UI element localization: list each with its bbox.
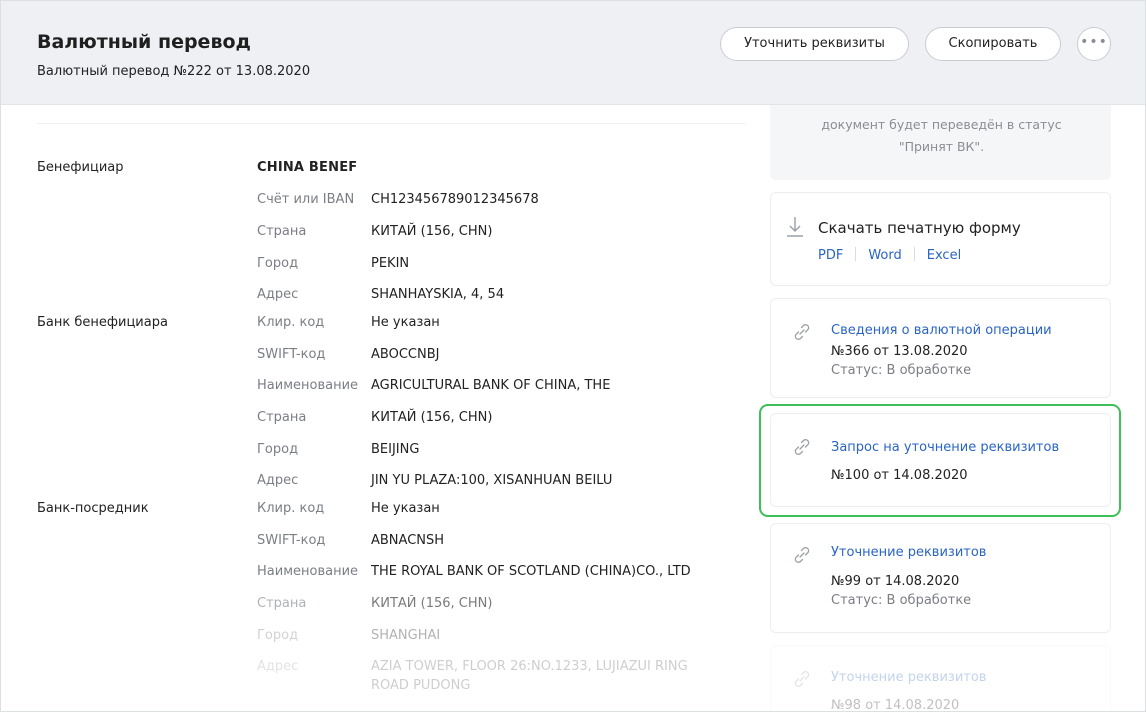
field-key: Страна: [257, 224, 307, 239]
field-value: КИТАЙ (156, CHN): [371, 596, 493, 611]
field-key: SWIFT-код: [257, 533, 326, 548]
more-button[interactable]: •••: [1077, 27, 1111, 61]
link-icon: [794, 671, 810, 687]
linked-document-status: Статус: В обработке: [831, 363, 972, 378]
field-key: SWIFT-код: [257, 347, 326, 362]
word-link[interactable]: Word: [868, 248, 901, 263]
linked-document-card[interactable]: Сведения о валютной операции №366 от 13.…: [770, 298, 1111, 398]
field-value: SHANHAYSKIA, 4, 54: [371, 287, 505, 302]
status-note-card: документ будет переведён в статус "Приня…: [770, 97, 1111, 180]
linked-document-title[interactable]: Уточнение реквизитов: [831, 545, 986, 560]
download-icon: [787, 217, 803, 237]
selection-highlight: [759, 404, 1121, 517]
copy-button[interactable]: Скопировать: [925, 27, 1061, 61]
field-value: PEKIN: [371, 256, 410, 271]
beneficiary-name: CHINA BENEF: [257, 160, 358, 175]
field-key: Город: [257, 628, 299, 643]
page-header: Валютный перевод Валютный перевод №222 о…: [1, 1, 1145, 105]
clarify-details-button[interactable]: Уточнить реквизиты: [720, 27, 909, 61]
document-view: Бенефициар CHINA BENEF Счёт или IBAN CH1…: [0, 0, 1146, 712]
field-key: Адрес: [257, 287, 299, 302]
field-key: Клир. код: [257, 501, 325, 516]
field-value: ABOCCNBJ: [371, 347, 440, 362]
print-form-title: Скачать печатную форму: [818, 219, 1021, 237]
linked-document-number: №366 от 13.08.2020: [831, 344, 968, 359]
field-value: КИТАЙ (156, CHN): [371, 224, 493, 239]
field-value: JIN YU PLAZA:100, XISANHUAN BEILU: [371, 473, 613, 488]
field-key: Адрес: [257, 659, 299, 674]
field-value: AZIA TOWER, FLOOR 26:NO.1233, LUJIAZUI R…: [371, 659, 688, 674]
note-line: документ будет переведён в статус: [821, 117, 1062, 132]
print-format-links: PDF Word Excel: [818, 247, 961, 263]
field-value: ROAD PUDONG: [371, 678, 471, 693]
status-note: документ будет переведён в статус "Приня…: [771, 114, 1112, 158]
print-form-card: Скачать печатную форму PDF Word Excel: [770, 192, 1111, 286]
field-key: Наименование: [257, 564, 359, 579]
field-key: Счёт или IBAN: [257, 192, 355, 207]
field-value: Не указан: [371, 501, 440, 516]
linked-document-card[interactable]: Уточнение реквизитов №98 от 14.08.2020: [770, 645, 1111, 712]
field-value: THE ROYAL BANK OF SCOTLAND (CHINA)CO., L…: [371, 564, 691, 579]
linked-document-number: №99 от 14.08.2020: [831, 574, 960, 589]
intermediary-bank-label: Банк-посредник: [37, 501, 149, 516]
field-value: Не указан: [371, 315, 440, 330]
linked-document-title[interactable]: Сведения о валютной операции: [831, 323, 1052, 338]
link-icon: [794, 324, 810, 340]
linked-document-status: Статус: В обработке: [831, 593, 972, 608]
field-value: SHANGHAI: [371, 628, 441, 643]
field-key: Страна: [257, 596, 307, 611]
field-key: Адрес: [257, 473, 299, 488]
more-icon: •••: [1080, 34, 1108, 50]
field-value: CH123456789012345678: [371, 192, 539, 207]
field-value: КИТАЙ (156, CHN): [371, 410, 493, 425]
linked-document-card[interactable]: Уточнение реквизитов №99 от 14.08.2020 С…: [770, 523, 1111, 633]
field-key: Город: [257, 442, 299, 457]
divider: [37, 123, 745, 124]
field-key: Город: [257, 256, 299, 271]
link-icon: [794, 547, 810, 563]
linked-document-number: №98 от 14.08.2020: [831, 698, 960, 712]
field-key: Страна: [257, 410, 307, 425]
page-subtitle: Валютный перевод №222 от 13.08.2020: [37, 64, 311, 79]
field-key: Наименование: [257, 378, 359, 393]
excel-link[interactable]: Excel: [927, 248, 961, 263]
beneficiary-bank-label: Банк бенефициара: [37, 315, 168, 330]
note-line: "Принят ВК".: [898, 139, 985, 154]
field-value: AGRICULTURAL BANK OF CHINA, THE: [371, 378, 611, 393]
field-value: BEIJING: [371, 442, 420, 457]
beneficiary-label: Бенефициар: [37, 160, 124, 175]
pdf-link[interactable]: PDF: [818, 248, 843, 263]
linked-document-title[interactable]: Уточнение реквизитов: [831, 670, 986, 685]
field-value: ABNACNSH: [371, 533, 445, 548]
field-key: Клир. код: [257, 315, 325, 330]
page-title: Валютный перевод: [37, 31, 251, 53]
